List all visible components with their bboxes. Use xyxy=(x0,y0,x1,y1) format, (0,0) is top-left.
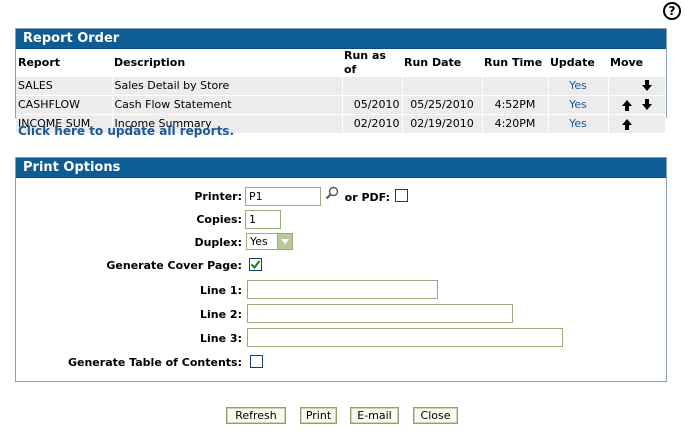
line2-input[interactable] xyxy=(247,304,513,323)
cell-run-as-of xyxy=(342,77,403,96)
printer-search-icon[interactable] xyxy=(325,186,339,200)
cell-update: Yes xyxy=(548,77,609,96)
move-down-icon[interactable] xyxy=(641,80,652,91)
line1-label: Line 1: xyxy=(200,284,242,297)
cell-run-time: 4:20PM xyxy=(482,114,549,133)
col-report: Report xyxy=(16,49,112,77)
table-row: CASHFLOW Cash Flow Statement 05/2010 05/… xyxy=(16,95,666,115)
cell-run-time: 4:52PM xyxy=(482,95,549,115)
cell-run-as-of: 02/2010 xyxy=(342,114,403,133)
print-options-title: Print Options xyxy=(16,158,666,178)
email-button[interactable]: E-mail xyxy=(350,407,399,424)
pdf-checkbox[interactable] xyxy=(395,189,408,202)
col-run-date: Run Date xyxy=(402,49,482,77)
copies-input[interactable] xyxy=(245,210,281,229)
cell-move xyxy=(608,77,666,96)
help-icon[interactable]: ? xyxy=(663,2,681,20)
table-row: SALES Sales Detail by Store Yes xyxy=(16,77,666,96)
copies-label: Copies: xyxy=(196,213,242,226)
printer-label: Printer: xyxy=(194,190,242,203)
refresh-button[interactable]: Refresh xyxy=(226,407,286,424)
line3-label: Line 3: xyxy=(200,332,242,345)
col-description: Description xyxy=(112,49,342,77)
cell-move xyxy=(608,114,666,133)
cell-run-as-of: 05/2010 xyxy=(342,95,403,115)
toc-checkbox[interactable] xyxy=(250,355,263,368)
report-order-table: Report Description Run as of Run Date Ru… xyxy=(16,49,666,133)
cell-update: Yes xyxy=(548,95,609,115)
col-run-time: Run Time xyxy=(482,49,548,77)
update-link[interactable]: Yes xyxy=(569,98,587,111)
duplex-label: Duplex: xyxy=(194,236,242,249)
toc-label: Generate Table of Contents: xyxy=(67,356,242,369)
chevron-down-icon xyxy=(277,234,292,249)
cell-run-date: 05/25/2010 xyxy=(402,95,483,115)
update-link[interactable]: Yes xyxy=(569,117,587,130)
duplex-value: Yes xyxy=(250,235,268,248)
move-down-icon[interactable] xyxy=(641,99,652,110)
move-up-icon[interactable] xyxy=(622,100,632,111)
update-link[interactable]: Yes xyxy=(569,79,587,92)
cell-run-time xyxy=(482,77,549,96)
cover-page-label: Generate Cover Page: xyxy=(106,259,242,272)
cell-run-date: 02/19/2010 xyxy=(402,114,483,133)
close-button[interactable]: Close xyxy=(413,407,458,424)
cell-run-date xyxy=(402,77,483,96)
checkmark-icon xyxy=(250,260,261,270)
cell-update: Yes xyxy=(548,114,609,133)
printer-input[interactable] xyxy=(245,187,321,206)
line3-input[interactable] xyxy=(247,328,563,347)
cell-report: CASHFLOW xyxy=(16,95,113,115)
cell-description: Cash Flow Statement xyxy=(112,95,343,115)
or-pdf-label: or PDF: xyxy=(344,191,390,204)
table-header-row: Report Description Run as of Run Date Ru… xyxy=(16,49,666,77)
col-run-as-of: Run as of xyxy=(342,49,402,77)
cell-move xyxy=(608,95,666,115)
cell-report: SALES xyxy=(16,77,113,96)
duplex-select[interactable]: Yes xyxy=(246,233,293,250)
print-button[interactable]: Print xyxy=(300,407,337,424)
line2-label: Line 2: xyxy=(200,308,242,321)
col-move: Move xyxy=(608,49,666,77)
report-order-title: Report Order xyxy=(16,29,666,49)
report-order-panel: Report Order Report Description Run as o… xyxy=(15,28,667,133)
col-update: Update xyxy=(548,49,608,77)
move-up-icon[interactable] xyxy=(622,119,632,130)
cover-page-checkbox[interactable] xyxy=(249,258,262,271)
cell-description: Sales Detail by Store xyxy=(112,77,343,96)
update-all-reports-link[interactable]: Click here to update all reports. xyxy=(18,124,234,138)
line1-input[interactable] xyxy=(247,280,438,299)
